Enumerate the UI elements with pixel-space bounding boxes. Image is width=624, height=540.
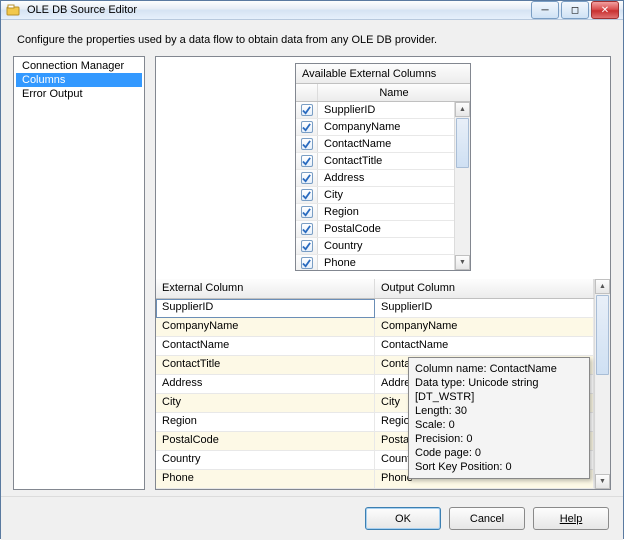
column-name: Region	[318, 206, 454, 218]
column-checkbox[interactable]	[301, 206, 313, 218]
external-column-cell[interactable]: Country	[156, 451, 375, 470]
column-checkbox[interactable]	[301, 257, 313, 269]
column-name: Phone	[318, 257, 454, 269]
tooltip-line: Data type: Unicode string [DT_WSTR]	[415, 376, 583, 404]
output-column-cell[interactable]: SupplierID	[375, 299, 594, 318]
grid-scrollbar[interactable]: ▲ ▼	[594, 279, 610, 489]
page-selector: Connection ManagerColumnsError Output	[13, 56, 145, 490]
external-column-cell[interactable]: CompanyName	[156, 318, 375, 337]
close-button[interactable]: ✕	[591, 1, 619, 19]
maximize-button[interactable]: ◻	[561, 1, 589, 19]
column-name: Address	[318, 172, 454, 184]
grid-header-output[interactable]: Output Column	[375, 279, 594, 298]
available-column-row[interactable]: Country	[296, 238, 454, 255]
checkbox-column-header[interactable]	[296, 84, 318, 101]
column-checkbox[interactable]	[301, 189, 313, 201]
external-column-cell[interactable]: Address	[156, 375, 375, 394]
scroll-down-button[interactable]: ▼	[595, 474, 610, 489]
ok-button[interactable]: OK	[365, 507, 441, 530]
tooltip-line: Scale: 0	[415, 418, 583, 432]
scroll-thumb[interactable]	[456, 118, 469, 168]
available-column-row[interactable]: ContactName	[296, 136, 454, 153]
column-checkbox[interactable]	[301, 138, 313, 150]
name-column-header[interactable]: Name	[318, 84, 470, 101]
help-button-label: Help	[560, 513, 583, 525]
available-column-row[interactable]: City	[296, 187, 454, 204]
scroll-thumb[interactable]	[596, 295, 609, 375]
column-checkbox[interactable]	[301, 121, 313, 133]
scroll-down-button[interactable]: ▼	[455, 255, 470, 270]
column-name: ContactTitle	[318, 155, 454, 167]
tooltip-line: Precision: 0	[415, 432, 583, 446]
available-column-row[interactable]: CompanyName	[296, 119, 454, 136]
tooltip-line: Length: 30	[415, 404, 583, 418]
sidebar-item-connection-manager[interactable]: Connection Manager	[16, 59, 142, 73]
column-name: PostalCode	[318, 223, 454, 235]
tooltip-line: Column name: ContactName	[415, 362, 583, 376]
grid-row[interactable]: CompanyNameCompanyName	[156, 318, 594, 337]
sidebar-item-columns[interactable]: Columns	[16, 73, 142, 87]
list-scrollbar[interactable]: ▲ ▼	[454, 102, 470, 270]
column-checkbox[interactable]	[301, 104, 313, 116]
available-column-row[interactable]: Region	[296, 204, 454, 221]
external-column-cell[interactable]: Phone	[156, 470, 375, 489]
minimize-button[interactable]: ─	[531, 1, 559, 19]
button-row: OK Cancel Help	[1, 496, 623, 540]
app-icon	[5, 2, 21, 18]
external-column-cell[interactable]: PostalCode	[156, 432, 375, 451]
column-checkbox[interactable]	[301, 223, 313, 235]
available-column-row[interactable]: ContactTitle	[296, 153, 454, 170]
description-text: Configure the properties used by a data …	[1, 20, 623, 56]
grid-row[interactable]: ContactNameContactName	[156, 337, 594, 356]
column-name: City	[318, 189, 454, 201]
column-name: Country	[318, 240, 454, 252]
external-column-cell[interactable]: Region	[156, 413, 375, 432]
help-button[interactable]: Help	[533, 507, 609, 530]
external-column-cell[interactable]: ContactTitle	[156, 356, 375, 375]
available-column-row[interactable]: Phone	[296, 255, 454, 270]
available-column-row[interactable]: SupplierID	[296, 102, 454, 119]
external-column-cell[interactable]: ContactName	[156, 337, 375, 356]
column-tooltip: Column name: ContactNameData type: Unico…	[408, 357, 590, 479]
available-column-row[interactable]: PostalCode	[296, 221, 454, 238]
dialog-window: OLE DB Source Editor ─ ◻ ✕ Configure the…	[0, 0, 624, 539]
main-panel: Available External Columns Name Supplier…	[155, 56, 611, 490]
external-column-cell[interactable]: City	[156, 394, 375, 413]
column-checkbox[interactable]	[301, 155, 313, 167]
column-name: CompanyName	[318, 121, 454, 133]
tooltip-line: Sort Key Position: 0	[415, 460, 583, 474]
external-column-cell[interactable]: SupplierID	[156, 299, 375, 318]
column-name: ContactName	[318, 138, 454, 150]
grid-header-external[interactable]: External Column	[156, 279, 375, 298]
column-checkbox[interactable]	[301, 240, 313, 252]
window-title: OLE DB Source Editor	[27, 4, 531, 16]
output-column-cell[interactable]: CompanyName	[375, 318, 594, 337]
available-column-row[interactable]: Address	[296, 170, 454, 187]
scroll-up-button[interactable]: ▲	[595, 279, 610, 294]
tooltip-line: Code page: 0	[415, 446, 583, 460]
sidebar-item-error-output[interactable]: Error Output	[16, 87, 142, 101]
cancel-button[interactable]: Cancel	[449, 507, 525, 530]
available-columns-header: Available External Columns	[296, 64, 470, 84]
output-column-cell[interactable]: ContactName	[375, 337, 594, 356]
column-checkbox[interactable]	[301, 172, 313, 184]
titlebar[interactable]: OLE DB Source Editor ─ ◻ ✕	[1, 1, 623, 20]
available-columns-list: Available External Columns Name Supplier…	[295, 63, 471, 271]
scroll-up-button[interactable]: ▲	[455, 102, 470, 117]
grid-row[interactable]: SupplierIDSupplierID	[156, 299, 594, 318]
column-name: SupplierID	[318, 104, 454, 116]
